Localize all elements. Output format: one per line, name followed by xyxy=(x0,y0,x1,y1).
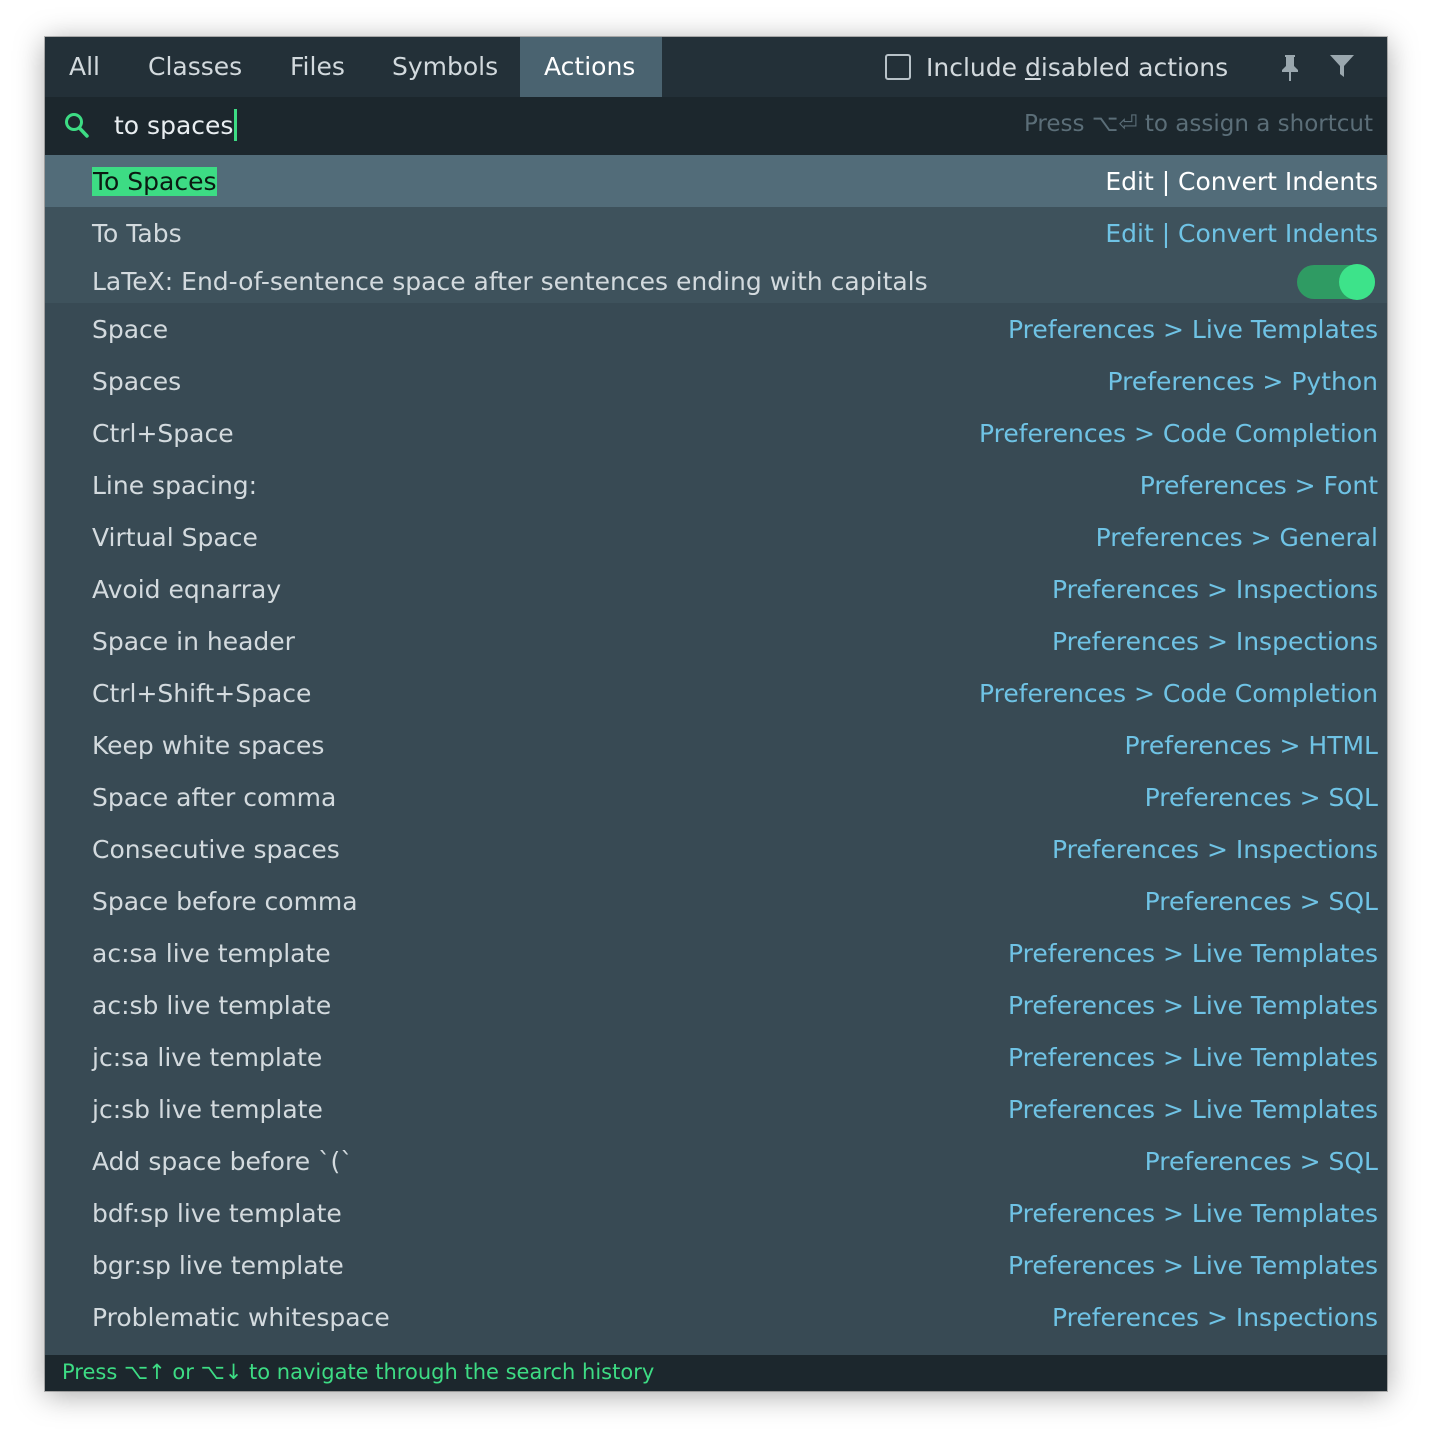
result-location: Preferences > Inspections xyxy=(1051,1302,1378,1332)
result-location: Preferences > Live Templates xyxy=(1008,1198,1378,1228)
result-name: Ctrl+Shift+Space xyxy=(92,678,312,708)
result-row[interactable]: bdf:sp live template Preferences > Live … xyxy=(45,1187,1387,1239)
result-name: Add space before `(` xyxy=(92,1146,353,1176)
result-name: Ctrl+Space xyxy=(92,418,234,448)
result-name: bdf:sp live template xyxy=(92,1198,342,1228)
tab-all[interactable]: All xyxy=(45,37,124,97)
result-name: Spaces xyxy=(92,366,182,396)
result-location: Preferences > Live Templates xyxy=(1008,938,1378,968)
include-disabled-label: Include disabled actions xyxy=(926,52,1229,82)
status-bar: Press ⌥↑ or ⌥↓ to navigate through the s… xyxy=(45,1355,1387,1391)
result-row[interactable]: To Spaces Edit | Convert Indents xyxy=(45,155,1387,207)
result-name: ac:sb live template xyxy=(92,990,332,1020)
result-name: Space xyxy=(92,314,169,344)
result-row[interactable]: Add space before `(` Preferences > SQL xyxy=(45,1135,1387,1187)
search-everywhere-popup: All Classes Files Symbols Actions Includ… xyxy=(45,37,1387,1391)
result-location: Preferences > Live Templates xyxy=(1008,314,1378,344)
search-bar: to spaces Press ⌥⏎ to assign a shortcut xyxy=(45,97,1387,155)
result-location: Preferences > Live Templates xyxy=(1008,1250,1378,1280)
result-location: Preferences > SQL xyxy=(1144,782,1378,812)
result-name: Consecutive spaces xyxy=(92,834,340,864)
result-name: Space before comma xyxy=(92,886,358,916)
result-location: Preferences > Inspections xyxy=(1051,626,1378,656)
search-history-hint: Press ⌥↑ or ⌥↓ to navigate through the s… xyxy=(62,1360,655,1384)
search-icon xyxy=(65,113,89,138)
result-row[interactable]: Space in header Preferences > Inspection… xyxy=(45,615,1387,667)
result-name: Keep white spaces xyxy=(92,730,325,760)
toggle-knob xyxy=(1339,264,1375,300)
result-row[interactable]: Virtual Space Preferences > General xyxy=(45,511,1387,563)
result-row[interactable]: Space before comma Preferences > SQL xyxy=(45,875,1387,927)
result-row[interactable]: Ctrl+Space Preferences > Code Completion xyxy=(45,407,1387,459)
tab-symbols[interactable]: Symbols xyxy=(368,37,522,97)
result-name: Avoid eqnarray xyxy=(92,574,282,604)
result-location: Preferences > Live Templates xyxy=(1008,1042,1378,1072)
result-row[interactable]: Keep white spaces Preferences > HTML xyxy=(45,719,1387,771)
result-name: To Spaces xyxy=(92,166,218,196)
search-input[interactable]: to spaces xyxy=(114,97,238,155)
result-row[interactable]: To Tabs Edit | Convert Indents xyxy=(45,207,1387,259)
result-location: Preferences > SQL xyxy=(1144,1146,1378,1176)
checkbox-box[interactable] xyxy=(885,54,911,80)
result-name: jc:sb live template xyxy=(92,1094,323,1124)
result-row[interactable]: Problematic whitespace Preferences > Ins… xyxy=(45,1291,1387,1343)
results-list: To Spaces Edit | Convert Indents To Tabs… xyxy=(45,155,1387,1343)
result-name: Problematic whitespace xyxy=(92,1302,390,1332)
result-row[interactable]: Ctrl+Shift+Space Preferences > Code Comp… xyxy=(45,667,1387,719)
result-location: Preferences > Python xyxy=(1107,366,1378,396)
result-name: Virtual Space xyxy=(92,522,258,552)
include-disabled-actions-checkbox[interactable]: Include disabled actions xyxy=(885,37,1228,97)
option-toggle-switch[interactable] xyxy=(1297,264,1375,300)
result-location: Preferences > Inspections xyxy=(1051,834,1378,864)
result-row[interactable]: Line spacing: Preferences > Font xyxy=(45,459,1387,511)
result-row[interactable]: jc:sa live template Preferences > Live T… xyxy=(45,1031,1387,1083)
pin-icon[interactable] xyxy=(1279,53,1301,83)
result-name: Space after comma xyxy=(92,782,337,812)
result-row[interactable]: Space Preferences > Live Templates xyxy=(45,303,1387,355)
result-row[interactable]: Spaces Preferences > Python xyxy=(45,355,1387,407)
result-name: Line spacing: xyxy=(92,470,258,500)
result-name: LaTeX: End-of-sentence space after sente… xyxy=(92,266,928,296)
tab-actions[interactable]: Actions xyxy=(520,37,662,97)
result-location: Preferences > Code Completion xyxy=(978,418,1378,448)
result-location: Preferences > Live Templates xyxy=(1008,990,1378,1020)
tab-files[interactable]: Files xyxy=(266,37,369,97)
result-location: Edit | Convert Indents xyxy=(1105,218,1378,248)
result-location: Preferences > Font xyxy=(1139,470,1378,500)
result-name: bgr:sp live template xyxy=(92,1250,344,1280)
result-name: Space in header xyxy=(92,626,295,656)
result-row[interactable]: Consecutive spaces Preferences > Inspect… xyxy=(45,823,1387,875)
result-location: Preferences > General xyxy=(1095,522,1378,552)
tab-classes[interactable]: Classes xyxy=(124,37,266,97)
result-location: Preferences > Live Templates xyxy=(1008,1094,1378,1124)
result-row[interactable]: bgr:sp live template Preferences > Live … xyxy=(45,1239,1387,1291)
result-row[interactable]: ac:sa live template Preferences > Live T… xyxy=(45,927,1387,979)
shortcut-hint: Press ⌥⏎ to assign a shortcut xyxy=(1023,111,1373,137)
result-location: Preferences > SQL xyxy=(1144,886,1378,916)
result-location: Edit | Convert Indents xyxy=(1105,166,1378,196)
result-row[interactable]: jc:sb live template Preferences > Live T… xyxy=(45,1083,1387,1135)
result-name: jc:sa live template xyxy=(92,1042,323,1072)
result-row[interactable]: ac:sb live template Preferences > Live T… xyxy=(45,979,1387,1031)
tab-bar: All Classes Files Symbols Actions Includ… xyxy=(45,37,1387,97)
result-row-toggle[interactable]: LaTeX: End-of-sentence space after sente… xyxy=(45,259,1387,303)
result-row[interactable]: Avoid eqnarray Preferences > Inspections xyxy=(45,563,1387,615)
result-location: Preferences > Code Completion xyxy=(978,678,1378,708)
text-caret xyxy=(234,109,238,141)
result-name: To Tabs xyxy=(92,218,182,248)
result-row[interactable]: Space after comma Preferences > SQL xyxy=(45,771,1387,823)
result-name: ac:sa live template xyxy=(92,938,331,968)
result-location: Preferences > HTML xyxy=(1124,730,1378,760)
result-location: Preferences > Inspections xyxy=(1051,574,1378,604)
filter-icon[interactable] xyxy=(1329,53,1355,79)
